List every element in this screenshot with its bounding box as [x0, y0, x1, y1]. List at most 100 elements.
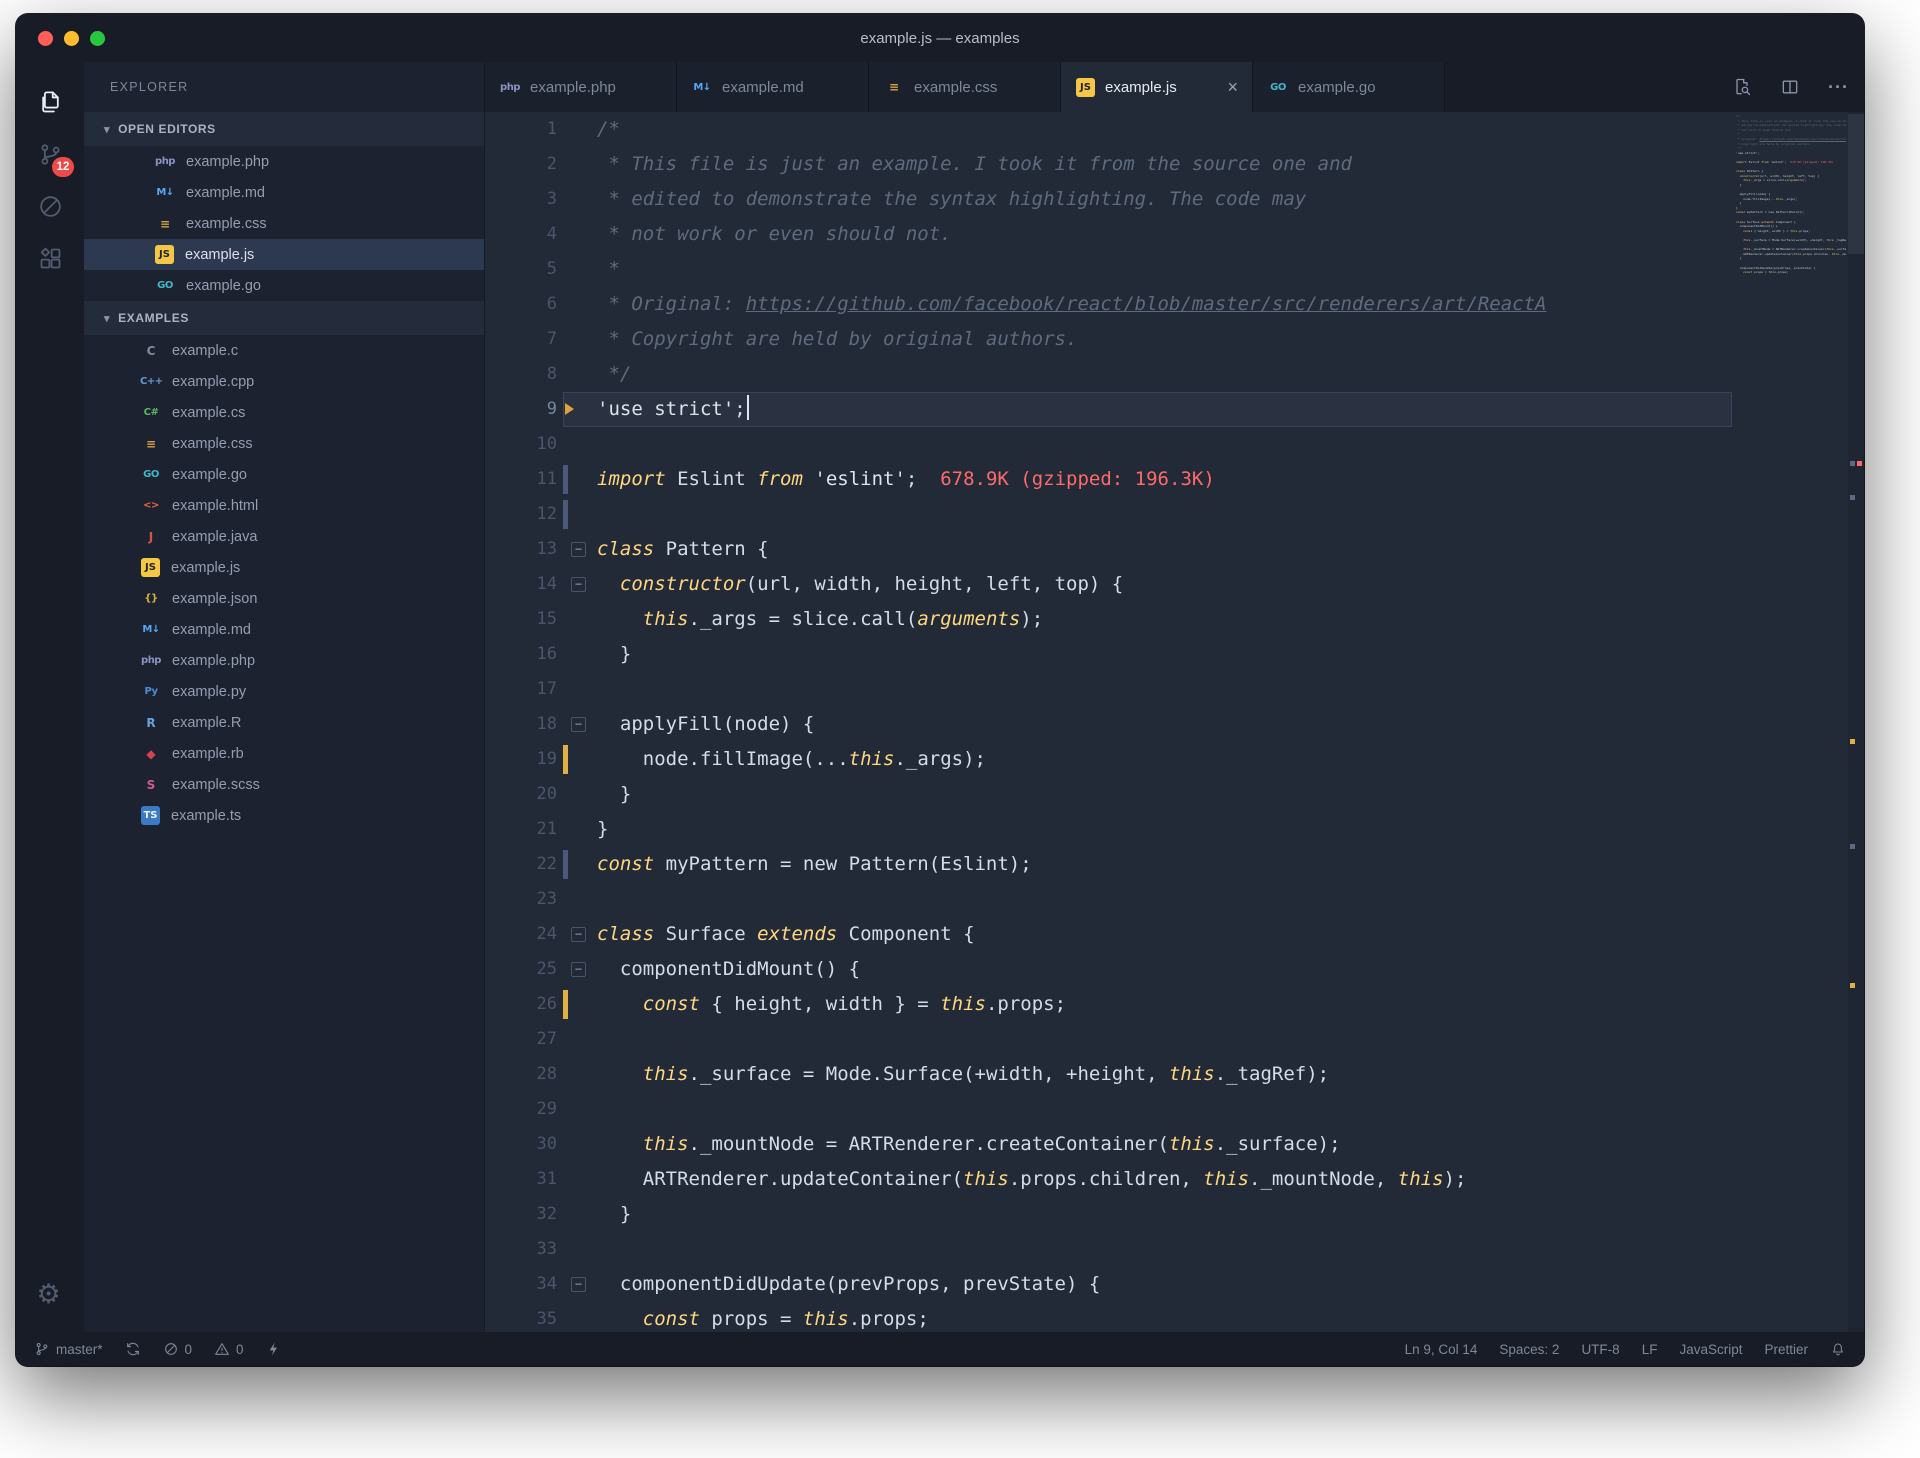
status-encoding[interactable]: UTF-8 [1581, 1342, 1619, 1357]
fold-icon[interactable]: − [571, 1277, 586, 1292]
file-item-example.ts[interactable]: TS example.ts [84, 800, 484, 831]
fold-icon[interactable]: − [571, 962, 586, 977]
more-actions-button[interactable]: ··· [1828, 77, 1848, 97]
file-item-example.c[interactable]: Cexample.c [84, 335, 484, 366]
file-item-example.php[interactable]: php example.php [84, 146, 484, 177]
status-eol[interactable]: LF [1642, 1342, 1658, 1357]
status-indentation[interactable]: Spaces: 2 [1499, 1342, 1559, 1357]
file-item-example.md[interactable]: M↓ example.md [84, 614, 484, 645]
fold-icon[interactable]: − [571, 577, 586, 592]
file-item-example.java[interactable]: Jexample.java [84, 521, 484, 552]
open-changes-button[interactable] [1732, 77, 1752, 97]
line-content[interactable] [563, 882, 1732, 917]
line-content[interactable]: /* [563, 112, 1732, 147]
line-content[interactable]: const props = this.props; [563, 1302, 1732, 1332]
status-formatter[interactable]: Prettier [1764, 1342, 1808, 1357]
fold-icon[interactable]: − [571, 717, 586, 732]
overview-ruler[interactable] [1848, 112, 1864, 1332]
file-item-example.go[interactable]: GO example.go [84, 459, 484, 490]
line-content[interactable]: this._mountNode = ARTRenderer.createCont… [563, 1127, 1732, 1162]
fold-icon[interactable]: − [571, 542, 586, 557]
tab-example.go[interactable]: GO example.go [1253, 62, 1445, 112]
file-item-example.md[interactable]: M↓ example.md [84, 177, 484, 208]
line-content[interactable]: } [563, 812, 1732, 847]
file-item-example.rb[interactable]: ◆ example.rb [84, 738, 484, 769]
line-content[interactable]: node.fillImage(...this._args); [563, 742, 1732, 777]
file-item-example.scss[interactable]: Sexample.scss [84, 769, 484, 800]
file-item-example.py[interactable]: Py example.py [84, 676, 484, 707]
line-content[interactable]: * This file is just an example. I took i… [563, 147, 1732, 182]
line-content[interactable]: } [563, 777, 1732, 812]
line-content[interactable]: − componentDidMount() { [563, 952, 1732, 987]
status-cursor-position[interactable]: Ln 9, Col 14 [1405, 1342, 1478, 1357]
line-content[interactable]: this._surface = Mode.Surface(+width, +he… [563, 1057, 1732, 1092]
line-content[interactable]: * [563, 252, 1732, 287]
activity-extensions[interactable] [25, 232, 75, 284]
activity-explorer[interactable] [25, 76, 75, 128]
minimap[interactable]: /* * This file is just an example. I too… [1736, 114, 1846, 1332]
fold-icon[interactable]: − [571, 927, 586, 942]
line-content[interactable]: const { height, width } = this.props; [563, 987, 1732, 1022]
scrollbar-slider[interactable] [1848, 114, 1864, 254]
minimize-window-button[interactable] [64, 30, 79, 46]
line-content[interactable] [563, 1022, 1732, 1057]
code-editor[interactable]: 1 /* 2 * This file is just an example. I t… [485, 112, 1864, 1332]
activity-debug[interactable] [25, 180, 75, 232]
git-change-marker [563, 500, 568, 529]
line-content[interactable] [563, 427, 1732, 462]
line-content[interactable] [563, 497, 1732, 532]
close-icon[interactable]: × [1227, 78, 1238, 96]
file-item-example.php[interactable]: php example.php [84, 645, 484, 676]
tab-example.css[interactable]: ≡ example.css [869, 62, 1061, 112]
file-item-example.cs[interactable]: C# example.cs [84, 397, 484, 428]
file-item-example.R[interactable]: Rexample.R [84, 707, 484, 738]
line-content[interactable]: */ [563, 357, 1732, 392]
status-feedback[interactable] [266, 1341, 282, 1357]
status-sync[interactable] [125, 1341, 141, 1357]
file-item-example.json[interactable]: {} example.json [84, 583, 484, 614]
line-text: const props = this.props; [642, 1308, 929, 1330]
line-content[interactable] [563, 1092, 1732, 1127]
status-warnings[interactable]: 0 [214, 1341, 244, 1357]
file-item-example.js[interactable]: JS example.js [84, 239, 484, 270]
section-header-open-editors[interactable]: ▾ OPEN EDITORS [84, 112, 484, 146]
line-content[interactable] [563, 1232, 1732, 1267]
line-content[interactable]: * not work or even should not. [563, 217, 1732, 252]
line-content[interactable]: − applyFill(node) { [563, 707, 1732, 742]
file-item-example.css[interactable]: ≡ example.css [84, 428, 484, 459]
line-content[interactable]: * Original: https://github.com/facebook/… [563, 287, 1732, 322]
line-content[interactable]: } [563, 637, 1732, 672]
line-content[interactable]: − componentDidUpdate(prevProps, prevStat… [563, 1267, 1732, 1302]
line-content[interactable]: * Copyright are held by original authors… [563, 322, 1732, 357]
code-line: 21} [485, 812, 1732, 847]
zoom-window-button[interactable] [90, 30, 105, 46]
tab-example.php[interactable]: php example.php [485, 62, 677, 112]
line-content[interactable]: import Eslint from 'eslint'; 678.9K (gzi… [563, 462, 1732, 497]
activity-source-control[interactable]: 12 [25, 128, 75, 180]
line-content[interactable]: const myPattern = new Pattern(Eslint); [563, 847, 1732, 882]
line-content[interactable] [563, 672, 1732, 707]
tab-example.js[interactable]: JS example.js × [1061, 62, 1253, 112]
status-notifications[interactable] [1830, 1341, 1846, 1357]
line-content[interactable]: ARTRenderer.updateContainer(this.props.c… [563, 1162, 1732, 1197]
line-content[interactable]: } [563, 1197, 1732, 1232]
tab-example.md[interactable]: M↓ example.md [677, 62, 869, 112]
close-window-button[interactable] [38, 30, 53, 46]
section-header-examples[interactable]: ▾ EXAMPLES [84, 301, 484, 335]
file-item-example.go[interactable]: GO example.go [84, 270, 484, 301]
file-item-example.css[interactable]: ≡ example.css [84, 208, 484, 239]
split-editor-button[interactable] [1780, 77, 1800, 97]
file-item-example.html[interactable]: <> example.html [84, 490, 484, 521]
line-content[interactable]: − constructor(url, width, height, left, … [563, 567, 1732, 602]
line-content[interactable]: − class Surface extends Component { [563, 917, 1732, 952]
line-content[interactable]: 'use strict'; [563, 392, 1732, 427]
line-content[interactable]: − class Pattern { [563, 532, 1732, 567]
file-item-example.js[interactable]: JS example.js [84, 552, 484, 583]
line-content[interactable]: * edited to demonstrate the syntax highl… [563, 182, 1732, 217]
status-git-branch[interactable]: master* [34, 1341, 103, 1357]
status-language-mode[interactable]: JavaScript [1679, 1342, 1742, 1357]
activity-settings[interactable]: ⚙ [25, 1268, 75, 1320]
status-errors[interactable]: 0 [163, 1341, 192, 1357]
line-content[interactable]: this._args = slice.call(arguments); [563, 602, 1732, 637]
file-item-example.cpp[interactable]: C++ example.cpp [84, 366, 484, 397]
